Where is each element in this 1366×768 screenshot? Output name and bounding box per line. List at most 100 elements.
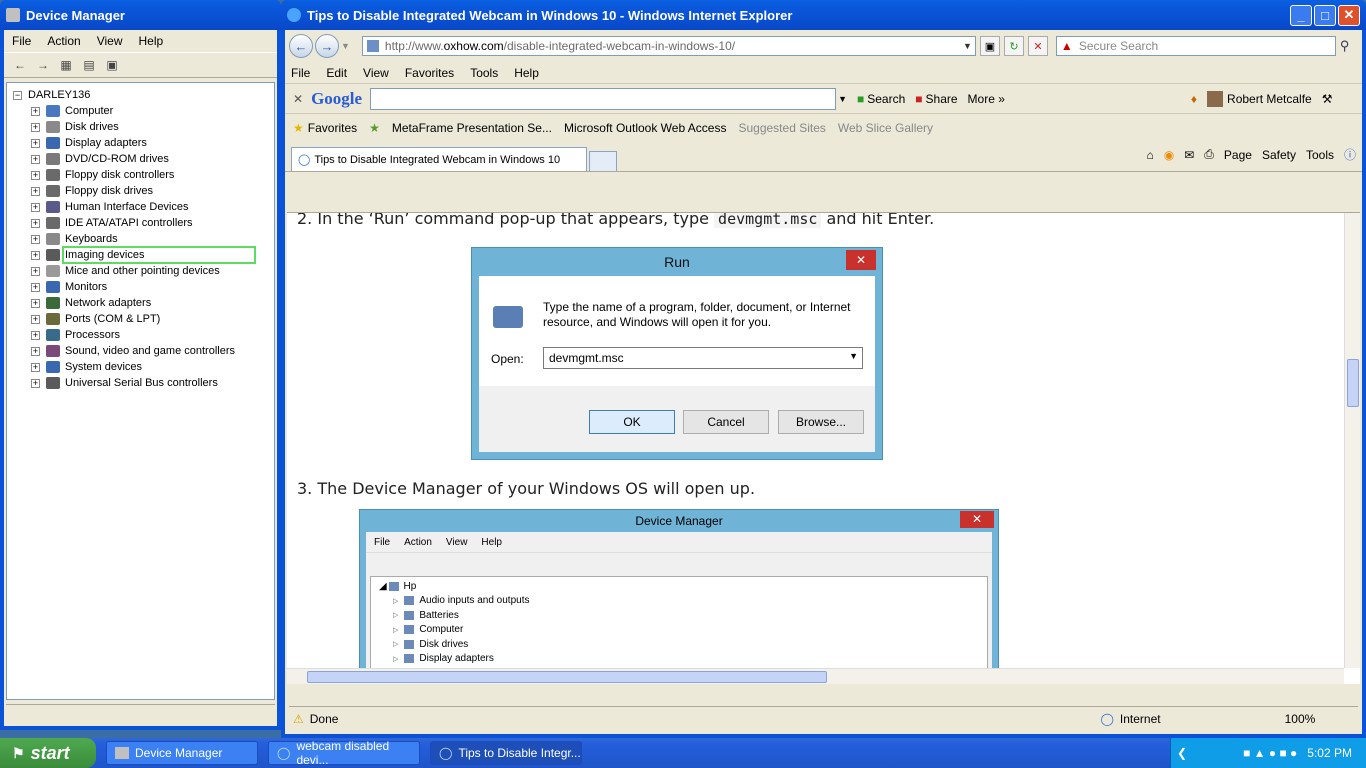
user-account[interactable]: Robert Metcalfe <box>1207 90 1312 107</box>
address-bar[interactable]: http://www. oxhow.com/disable-integrated-… <box>361 36 976 56</box>
mail-icon[interactable]: ✉ <box>1184 148 1194 162</box>
device-category-monitors[interactable]: + Monitors <box>7 279 274 295</box>
expand-icon[interactable]: + <box>31 250 40 260</box>
feeds-icon[interactable]: ◉ <box>1164 148 1174 162</box>
device-category-disk-drives[interactable]: + Disk drives <box>7 119 274 135</box>
ie-menu-view[interactable]: View <box>363 66 389 80</box>
taskbar-ie[interactable]: ◯ Tips to Disable Integr... <box>430 741 582 765</box>
expand-icon[interactable]: + <box>31 378 40 388</box>
device-category-floppy-disk-controllers[interactable]: + Floppy disk controllers <box>7 167 274 183</box>
tray-expand-icon[interactable]: ❮ <box>1177 746 1187 760</box>
menu-help[interactable]: Help <box>137 34 172 48</box>
google-search-button[interactable]: ■ Search <box>857 92 905 106</box>
favorite-web-slice-gallery[interactable]: Web Slice Gallery <box>838 121 933 135</box>
device-manager-titlebar[interactable]: Device Manager <box>0 0 281 30</box>
tray-icons[interactable]: ■ ▲ ● ■ ● <box>1243 746 1297 760</box>
tab-active[interactable]: ◯ Tips to Disable Integrated Webcam in W… <box>291 147 587 171</box>
add-favorite-icon[interactable]: ★ <box>369 121 380 135</box>
favorite-link-metaframe[interactable]: MetaFrame Presentation Se... <box>392 121 552 135</box>
tree-root[interactable]: − DARLEY136 <box>7 87 274 103</box>
ie-menu-file[interactable]: File <box>291 66 310 80</box>
google-more-button[interactable]: More » <box>968 92 1005 106</box>
forward-button[interactable]: → <box>315 34 339 58</box>
favorite-link-outlook[interactable]: Microsoft Outlook Web Access <box>564 121 727 135</box>
minimize-button[interactable]: _ <box>1290 4 1312 26</box>
ie-menu-help[interactable]: Help <box>514 66 539 80</box>
horizontal-scroll-thumb[interactable] <box>307 671 827 683</box>
home-icon[interactable]: ⌂ <box>1147 148 1154 162</box>
expand-icon[interactable]: + <box>31 282 40 292</box>
refresh-icon[interactable]: ↻ <box>1003 36 1024 56</box>
start-button[interactable]: ⚑ start <box>0 738 96 768</box>
device-category-imaging-devices[interactable]: + Imaging devices <box>7 246 274 264</box>
collapse-icon[interactable]: − <box>13 90 22 100</box>
menu-view[interactable]: View <box>95 34 131 48</box>
device-category-network-adapters[interactable]: + Network adapters <box>7 295 274 311</box>
search-icon[interactable]: ⚲ <box>1340 38 1350 54</box>
new-tab-button[interactable] <box>589 151 617 171</box>
compatibility-icon[interactable]: ▣ <box>979 36 1000 56</box>
properties-icon[interactable]: ▤ <box>79 56 99 74</box>
device-category-system-devices[interactable]: + System devices <box>7 359 274 375</box>
taskbar-device-manager[interactable]: Device Manager <box>106 741 258 765</box>
maximize-button[interactable]: □ <box>1314 4 1336 26</box>
expand-icon[interactable]: + <box>31 234 40 244</box>
taskbar-webcam-doc[interactable]: ◯ webcam disabled devi... <box>268 739 420 767</box>
ie-menu-favorites[interactable]: Favorites <box>405 66 454 80</box>
horizontal-scrollbar[interactable] <box>287 668 1344 684</box>
device-category-human-interface-devices[interactable]: + Human Interface Devices <box>7 199 274 215</box>
close-button[interactable]: ✕ <box>1338 4 1360 26</box>
device-category-dvd-cd-rom-drives[interactable]: + DVD/CD-ROM drives <box>7 151 274 167</box>
device-category-mice-and-other-pointing-devices[interactable]: + Mice and other pointing devices <box>7 263 274 279</box>
expand-icon[interactable]: + <box>31 314 40 324</box>
expand-icon[interactable]: + <box>31 138 40 148</box>
menu-file[interactable]: File <box>10 34 39 48</box>
forward-arrow-icon[interactable]: → <box>33 56 53 74</box>
notifications-icon[interactable]: ♦ <box>1191 92 1197 106</box>
ie-menu-edit[interactable]: Edit <box>326 66 347 80</box>
help-circle-icon[interactable]: ⓘ <box>1344 146 1356 163</box>
stop-icon[interactable]: ✕ <box>1027 36 1048 56</box>
back-button[interactable]: ← <box>289 34 313 58</box>
safety-menu[interactable]: Safety <box>1262 148 1296 162</box>
favorite-suggested-sites[interactable]: Suggested Sites <box>738 121 825 135</box>
expand-icon[interactable]: + <box>31 202 40 212</box>
expand-icon[interactable]: + <box>31 218 40 228</box>
google-share-button[interactable]: ■ Share <box>915 92 957 106</box>
address-dropdown-icon[interactable]: ▼ <box>963 41 972 51</box>
page-content[interactable]: 2. In the ‘Run’ command pop-up that appe… <box>287 212 1360 684</box>
search-box[interactable]: ▲ Secure Search <box>1055 36 1336 56</box>
google-search-input[interactable] <box>370 87 837 110</box>
device-category-ide-ata-atapi-controllers[interactable]: + IDE ATA/ATAPI controllers <box>7 215 274 231</box>
device-category-ports-com-lpt[interactable]: + Ports (COM & LPT) <box>7 311 274 327</box>
google-dropdown-icon[interactable]: ▼ <box>838 94 847 104</box>
favorites-button[interactable]: ★ Favorites <box>293 121 357 135</box>
expand-icon[interactable]: + <box>31 298 40 308</box>
toolbar-close-icon[interactable]: ✕ <box>293 92 303 106</box>
expand-icon[interactable]: + <box>31 106 40 116</box>
recent-pages-icon[interactable]: ▼ <box>341 41 350 51</box>
back-arrow-icon[interactable]: ← <box>10 56 30 74</box>
expand-icon[interactable]: + <box>31 154 40 164</box>
wrench-icon[interactable]: ⚒ <box>1322 92 1333 106</box>
ie-menu-tools[interactable]: Tools <box>470 66 498 80</box>
device-category-processors[interactable]: + Processors <box>7 327 274 343</box>
vertical-scrollbar[interactable] <box>1344 213 1360 668</box>
expand-icon[interactable]: + <box>31 330 40 340</box>
ie-titlebar[interactable]: Tips to Disable Integrated Webcam in Win… <box>281 0 1366 30</box>
tools-menu[interactable]: Tools <box>1306 148 1334 162</box>
expand-icon[interactable]: + <box>31 186 40 196</box>
expand-icon[interactable]: + <box>31 266 40 276</box>
device-category-universal-serial-bus-controllers[interactable]: + Universal Serial Bus controllers <box>7 375 274 391</box>
expand-icon[interactable]: + <box>31 346 40 356</box>
zoom-level[interactable]: 100% <box>1285 712 1316 726</box>
expand-icon[interactable]: + <box>31 170 40 180</box>
print-icon[interactable]: ⎙ <box>1204 147 1214 162</box>
vertical-scroll-thumb[interactable] <box>1347 359 1359 407</box>
device-category-keyboards[interactable]: + Keyboards <box>7 231 274 247</box>
help-icon[interactable]: ▣ <box>102 56 122 74</box>
device-category-computer[interactable]: + Computer <box>7 103 274 119</box>
page-menu[interactable]: Page <box>1224 148 1252 162</box>
device-category-sound-video-and-game-controllers[interactable]: + Sound, video and game controllers <box>7 343 274 359</box>
expand-icon[interactable]: + <box>31 122 40 132</box>
